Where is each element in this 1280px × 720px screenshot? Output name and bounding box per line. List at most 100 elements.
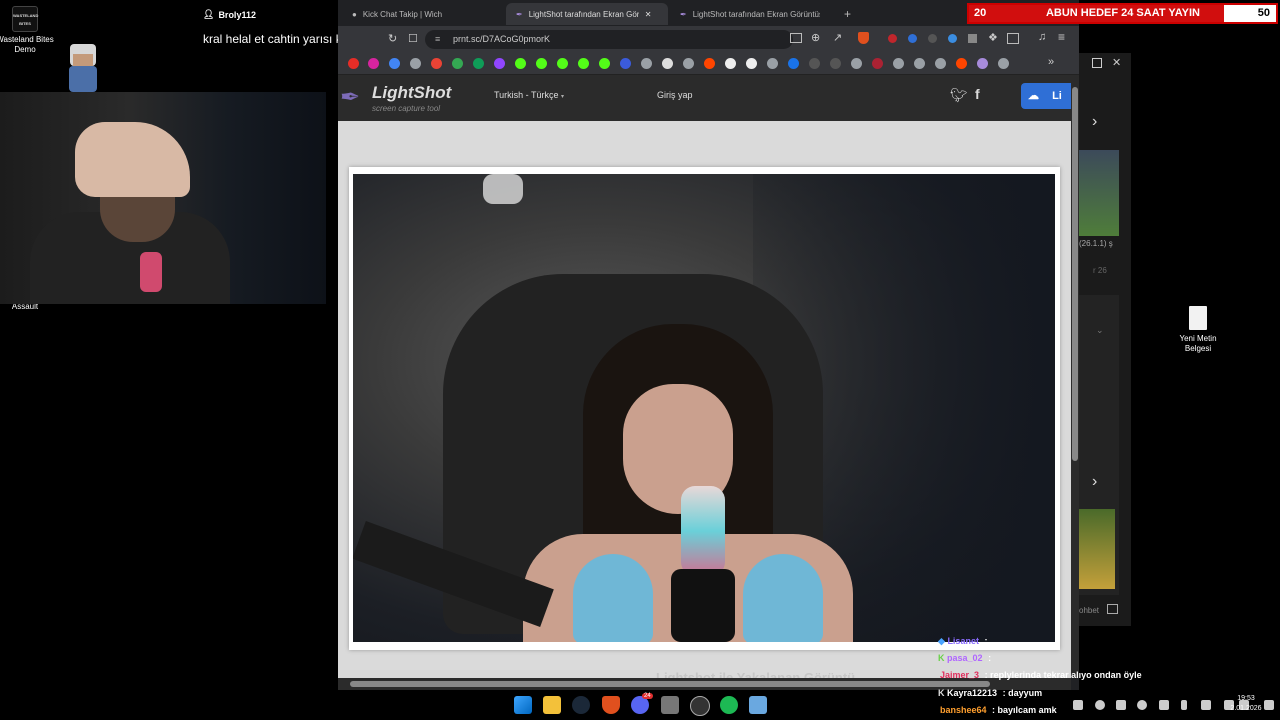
language-icon[interactable] — [1201, 700, 1211, 710]
kick-icon[interactable] — [536, 58, 547, 69]
screenshot-image[interactable] — [353, 174, 1055, 642]
feather-logo-icon: ✒ — [340, 84, 361, 111]
microphone-icon[interactable] — [1181, 700, 1187, 710]
tab-lightshot-1[interactable]: ✒ LightShot tarafından Ekran Görü ✕ — [506, 3, 668, 25]
globe-icon[interactable] — [830, 58, 841, 69]
tab-label: LightShot tarafından Ekran Görü — [528, 9, 639, 19]
scroll-thumb[interactable] — [350, 681, 990, 687]
sidebar-icon[interactable] — [1007, 33, 1019, 44]
kick-icon[interactable] — [515, 58, 526, 69]
extension-icon-2[interactable] — [908, 34, 917, 43]
reddit-icon[interactable] — [704, 58, 715, 69]
globe-icon[interactable] — [851, 58, 862, 69]
notification-icon[interactable] — [1264, 700, 1274, 710]
kick-icon[interactable] — [557, 58, 568, 69]
steam-icon[interactable] — [572, 696, 590, 714]
k-icon[interactable] — [872, 58, 883, 69]
close-tab-icon[interactable]: ✕ — [645, 10, 652, 19]
url-input[interactable]: ≡ prnt.sc/D7ACoG0pmorK — [425, 30, 793, 49]
x-icon[interactable] — [662, 58, 673, 69]
globe-icon[interactable] — [683, 58, 694, 69]
language-dropdown[interactable]: Turkish - Türkçe ▾ — [494, 90, 564, 100]
brave-icon[interactable] — [602, 696, 620, 714]
globe-icon[interactable] — [914, 58, 925, 69]
instagram-icon[interactable] — [368, 58, 379, 69]
facebook-icon[interactable]: f — [975, 86, 980, 102]
amazon-icon[interactable] — [746, 58, 757, 69]
music-icon[interactable]: ♫ — [1038, 31, 1046, 43]
globe-icon[interactable] — [641, 58, 652, 69]
spotify-icon[interactable] — [720, 696, 738, 714]
side-window: ✕ › (26.1.1) ş r 26 ⌄ › ohbet — [1079, 53, 1131, 626]
goal-banner: ABUN HEDEF 24 SAAT YAYIN 20 50 — [967, 3, 1278, 24]
steam-tray-icon[interactable] — [1137, 700, 1147, 710]
chevron-right-icon[interactable]: › — [1092, 473, 1097, 491]
zoom-icon[interactable]: ⊕ — [811, 31, 820, 44]
share-icon[interactable]: ↗ — [833, 31, 842, 44]
close-icon[interactable]: ✕ — [1112, 56, 1121, 69]
app-icon[interactable] — [661, 696, 679, 714]
desktop-icon-wasteland-bites[interactable]: WASTELAND BITES Wasteland Bites Demo — [0, 6, 55, 55]
anchor-icon[interactable] — [620, 58, 631, 69]
chat-icon[interactable] — [1107, 604, 1118, 614]
lightshot-logo[interactable]: ✒ LightShot screen capture tool — [340, 81, 460, 117]
gmail-icon[interactable] — [431, 58, 442, 69]
kick-icon[interactable] — [578, 58, 589, 69]
globe-icon[interactable] — [809, 58, 820, 69]
new-tab-button[interactable]: + — [834, 3, 858, 25]
menu-icon[interactable]: ≡ — [1058, 30, 1065, 44]
drive-icon[interactable] — [452, 58, 463, 69]
reddit-icon[interactable] — [956, 58, 967, 69]
desktop-icon-label: Wasteland Bites Demo — [0, 35, 54, 54]
translate-icon[interactable] — [389, 58, 400, 69]
globe-icon[interactable] — [893, 58, 904, 69]
feather-icon[interactable] — [977, 58, 988, 69]
scroll-thumb[interactable] — [1072, 87, 1078, 461]
tab-kick-chat[interactable]: ● Kick Chat Takip | Wich — [342, 3, 502, 25]
taskbar: 24 19:53 2.01.2026 — [505, 691, 1280, 720]
sheets-icon[interactable] — [473, 58, 484, 69]
globe-icon[interactable] — [410, 58, 421, 69]
windows-start-icon[interactable] — [514, 696, 532, 714]
globe-icon[interactable] — [767, 58, 778, 69]
tray-icon[interactable] — [1095, 700, 1105, 710]
bookmark-icon[interactable]: ☐ — [408, 32, 418, 45]
play-icon[interactable] — [788, 58, 799, 69]
vertical-scrollbar[interactable] — [1071, 75, 1079, 678]
battery-icon[interactable] — [1073, 700, 1083, 710]
extension-icon-1[interactable] — [888, 34, 897, 43]
tray-icon[interactable] — [1116, 700, 1126, 710]
url-text: prnt.sc/D7ACoG0pmorK — [453, 34, 551, 44]
file-explorer-icon[interactable] — [543, 696, 561, 714]
tab-lightshot-2[interactable]: ✒ LightShot tarafından Ekran Görüntüs — [670, 3, 830, 25]
site-info-icon[interactable]: ≡ — [435, 30, 440, 49]
globe-icon[interactable] — [998, 58, 1009, 69]
more-bookmarks-icon[interactable]: » — [1048, 56, 1054, 68]
desktop-icon-text-file[interactable]: Yeni Metin Belgesi — [1170, 306, 1226, 354]
game-thumbnail-zombie[interactable] — [1079, 509, 1115, 589]
maximize-icon[interactable] — [1092, 58, 1102, 68]
wasteland-bites-icon: WASTELAND BITES — [12, 6, 38, 32]
twitter-icon[interactable]: 🐦︎ — [950, 87, 968, 104]
brave-shield-icon[interactable] — [858, 32, 869, 44]
webcam-feed — [0, 92, 326, 304]
chevron-down-icon[interactable]: ⌄ — [1096, 325, 1104, 336]
extension-icon-5[interactable] — [968, 34, 977, 43]
chevron-right-icon[interactable]: › — [1092, 113, 1097, 131]
twitch-icon[interactable] — [494, 58, 505, 69]
app-icon[interactable] — [749, 696, 767, 714]
install-icon[interactable] — [790, 33, 802, 43]
login-link[interactable]: Giriş yap — [657, 90, 693, 100]
obs-icon[interactable] — [690, 696, 710, 716]
p-icon[interactable] — [725, 58, 736, 69]
reload-icon[interactable]: ↻ — [388, 32, 397, 45]
youtube-icon[interactable] — [348, 58, 359, 69]
tray-icon[interactable] — [1159, 700, 1169, 710]
tab-label: LightShot tarafından Ekran Görüntüs — [692, 9, 820, 19]
extension-icon-3[interactable] — [928, 34, 937, 43]
kick-icon[interactable] — [599, 58, 610, 69]
extension-icon-4[interactable] — [948, 34, 957, 43]
game-thumbnail-football[interactable] — [1079, 150, 1119, 236]
puzzle-icon[interactable]: ❖ — [988, 31, 998, 44]
globe-icon[interactable] — [935, 58, 946, 69]
